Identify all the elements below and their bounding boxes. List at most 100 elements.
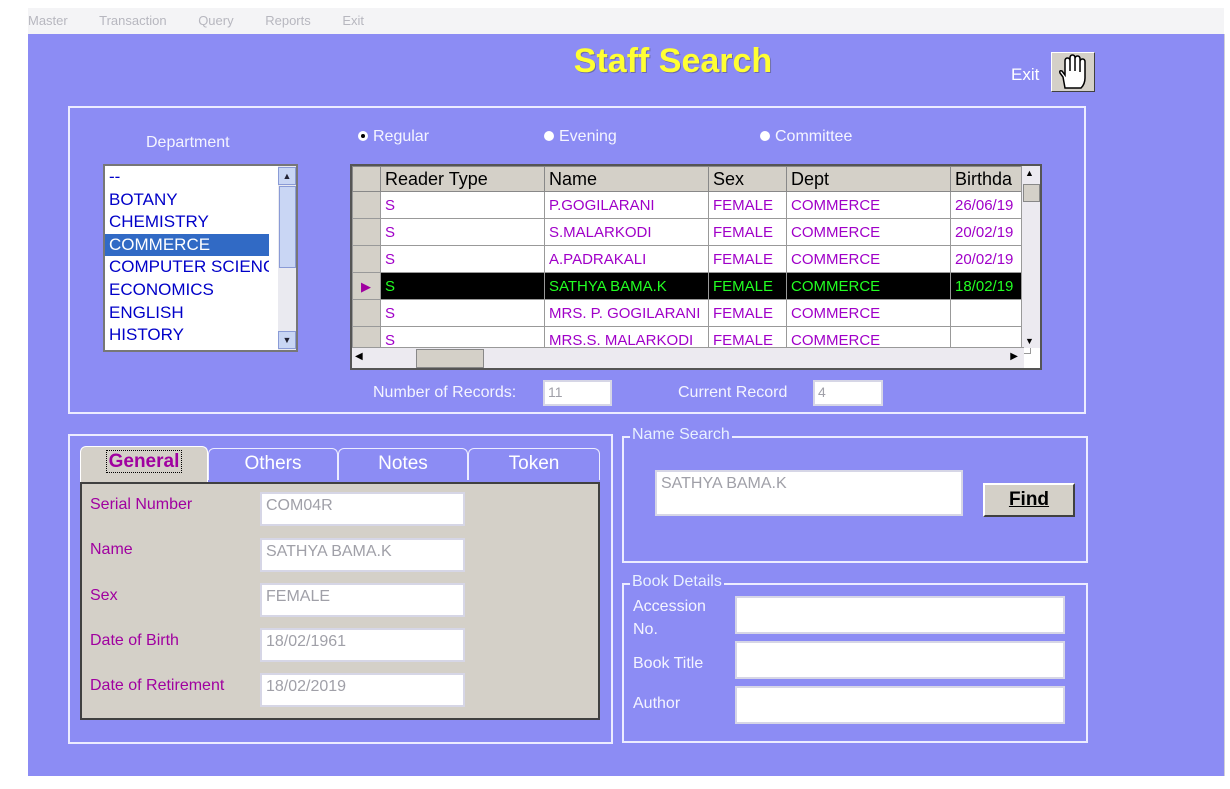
radio-unchecked-icon (760, 131, 770, 141)
exit-button[interactable] (1051, 52, 1095, 92)
tab-token[interactable]: Token (468, 448, 600, 480)
staff-grid[interactable]: Reader Type Name Sex Dept Birthda S P.GO… (350, 164, 1042, 370)
table-row[interactable]: S P.GOGILARANI FEMALE COMMERCE 26/06/19 (352, 191, 1031, 219)
grid-indicator-header (352, 166, 381, 192)
radio-committee[interactable]: Committee (760, 128, 852, 146)
scroll-up-icon[interactable]: ▲ (1025, 168, 1034, 178)
name-search-input[interactable]: SATHYA BAMA.K (655, 470, 963, 516)
cell-birthdate[interactable] (950, 299, 1031, 327)
list-item[interactable]: HISTORY (105, 324, 269, 347)
list-item[interactable]: ENGLISH (105, 302, 269, 325)
table-row[interactable]: S S.MALARKODI FEMALE COMMERCE 20/02/19 (352, 218, 1031, 246)
column-header-reader-type[interactable]: Reader Type (380, 166, 545, 192)
tab-others[interactable]: Others (208, 448, 338, 480)
radio-checked-icon (358, 131, 368, 141)
radio-label: Committee (775, 128, 853, 145)
column-header-dept[interactable]: Dept (786, 166, 951, 192)
name-field[interactable]: SATHYA BAMA.K (260, 538, 465, 572)
records-count-field: 11 (543, 380, 612, 406)
cell-sex[interactable]: FEMALE (708, 245, 787, 273)
author-field[interactable] (735, 686, 1065, 724)
cell-name[interactable]: P.GOGILARANI (544, 191, 709, 219)
cell-birthdate[interactable]: 26/06/19 (950, 191, 1031, 219)
cell-reader-type[interactable]: S (380, 272, 545, 300)
radio-regular[interactable]: Regular (358, 128, 429, 146)
cell-sex[interactable]: FEMALE (708, 191, 787, 219)
cell-reader-type[interactable]: S (380, 245, 545, 273)
cell-name[interactable]: MRS. P. GOGILARANI (544, 299, 709, 327)
tab-label: General (105, 450, 183, 473)
grid-vertical-scrollbar[interactable]: ▲ ▼ (1021, 166, 1040, 348)
list-item[interactable]: COMPUTER SCIENCE (105, 256, 269, 279)
scroll-thumb[interactable] (1023, 184, 1040, 202)
menu-item-transaction[interactable]: Transaction (99, 13, 166, 28)
exit-label: Exit (1011, 65, 1040, 84)
book-title-label: Book Title (633, 655, 704, 672)
accession-number-field[interactable] (735, 596, 1065, 634)
menu-item-query[interactable]: Query (198, 13, 233, 28)
sex-field[interactable]: FEMALE (260, 583, 465, 617)
tab-general[interactable]: General (80, 446, 208, 482)
cell-sex[interactable]: FEMALE (708, 299, 787, 327)
scroll-thumb[interactable] (279, 186, 296, 268)
find-button[interactable]: Find (983, 483, 1075, 517)
date-of-retirement-field[interactable]: 18/02/2019 (260, 673, 465, 707)
book-title-field[interactable] (735, 641, 1065, 679)
cell-dept[interactable]: COMMERCE (786, 218, 951, 246)
find-button-label: Find (1008, 489, 1050, 510)
cell-name[interactable]: A.PADRAKALI (544, 245, 709, 273)
cell-reader-type[interactable]: S (380, 299, 545, 327)
department-scrollbar[interactable]: ▲ ▼ (278, 166, 296, 350)
scroll-right-icon[interactable]: ▶ (1010, 351, 1018, 362)
list-item[interactable]: CHEMISTRY (105, 211, 269, 234)
menu-item-master[interactable]: Master (28, 13, 68, 28)
scroll-left-icon[interactable]: ◀ (355, 351, 363, 362)
menu-bar: Master Transaction Query Reports Exit (28, 8, 1224, 34)
column-header-birthdate[interactable]: Birthda (950, 166, 1031, 192)
row-indicator[interactable] (352, 191, 381, 219)
scroll-thumb[interactable] (416, 349, 484, 368)
scroll-down-icon[interactable]: ▼ (278, 331, 296, 349)
cell-birthdate[interactable]: 20/02/19 (950, 218, 1031, 246)
cell-dept[interactable]: COMMERCE (786, 299, 951, 327)
column-header-name[interactable]: Name (544, 166, 709, 192)
cell-dept[interactable]: COMMERCE (786, 191, 951, 219)
table-row[interactable]: S MRS. P. GOGILARANI FEMALE COMMERCE (352, 299, 1031, 327)
cell-name[interactable]: SATHYA BAMA.K (544, 272, 709, 300)
cell-reader-type[interactable]: S (380, 218, 545, 246)
menu-item-exit[interactable]: Exit (342, 13, 364, 28)
list-item[interactable]: ECONOMICS (105, 279, 269, 302)
column-header-sex[interactable]: Sex (708, 166, 787, 192)
date-of-birth-field[interactable]: 18/02/1961 (260, 628, 465, 662)
list-item[interactable]: -- (105, 166, 269, 189)
serial-number-field[interactable]: COM04R (260, 492, 465, 526)
cell-birthdate[interactable]: 18/02/19 (950, 272, 1031, 300)
radio-evening[interactable]: Evening (544, 128, 617, 146)
list-item[interactable]: BOTANY (105, 189, 269, 212)
scroll-down-icon[interactable]: ▼ (1025, 336, 1034, 346)
cell-reader-type[interactable]: S (380, 191, 545, 219)
row-indicator[interactable]: ▶ (352, 272, 381, 300)
cell-birthdate[interactable]: 20/02/19 (950, 245, 1031, 273)
author-label: Author (633, 695, 681, 712)
cell-dept[interactable]: COMMERCE (786, 272, 951, 300)
list-item-selected[interactable]: COMMERCE (105, 233, 269, 257)
cell-sex[interactable]: FEMALE (708, 272, 787, 300)
scroll-up-icon[interactable]: ▲ (278, 167, 296, 185)
current-record-field: 4 (813, 380, 883, 406)
staff-search-window: Staff Search Exit Department -- BOTANY C… (28, 34, 1225, 776)
cell-sex[interactable]: FEMALE (708, 218, 787, 246)
table-row[interactable]: S A.PADRAKALI FEMALE COMMERCE 20/02/19 (352, 245, 1031, 273)
menu-item-reports[interactable]: Reports (265, 13, 311, 28)
table-row-current[interactable]: ▶ S SATHYA BAMA.K FEMALE COMMERCE 18/02/… (352, 272, 1031, 300)
row-indicator[interactable] (352, 299, 381, 327)
row-indicator[interactable] (352, 218, 381, 246)
radio-label: Regular (373, 128, 430, 145)
cell-name[interactable]: S.MALARKODI (544, 218, 709, 246)
accession-label: Accession (633, 598, 706, 615)
tab-notes[interactable]: Notes (338, 448, 468, 480)
cell-dept[interactable]: COMMERCE (786, 245, 951, 273)
grid-horizontal-scrollbar[interactable]: ◀ ▶ (352, 347, 1024, 368)
row-indicator[interactable] (352, 245, 381, 273)
department-list[interactable]: -- BOTANY CHEMISTRY COMMERCE COMPUTER SC… (103, 164, 298, 352)
